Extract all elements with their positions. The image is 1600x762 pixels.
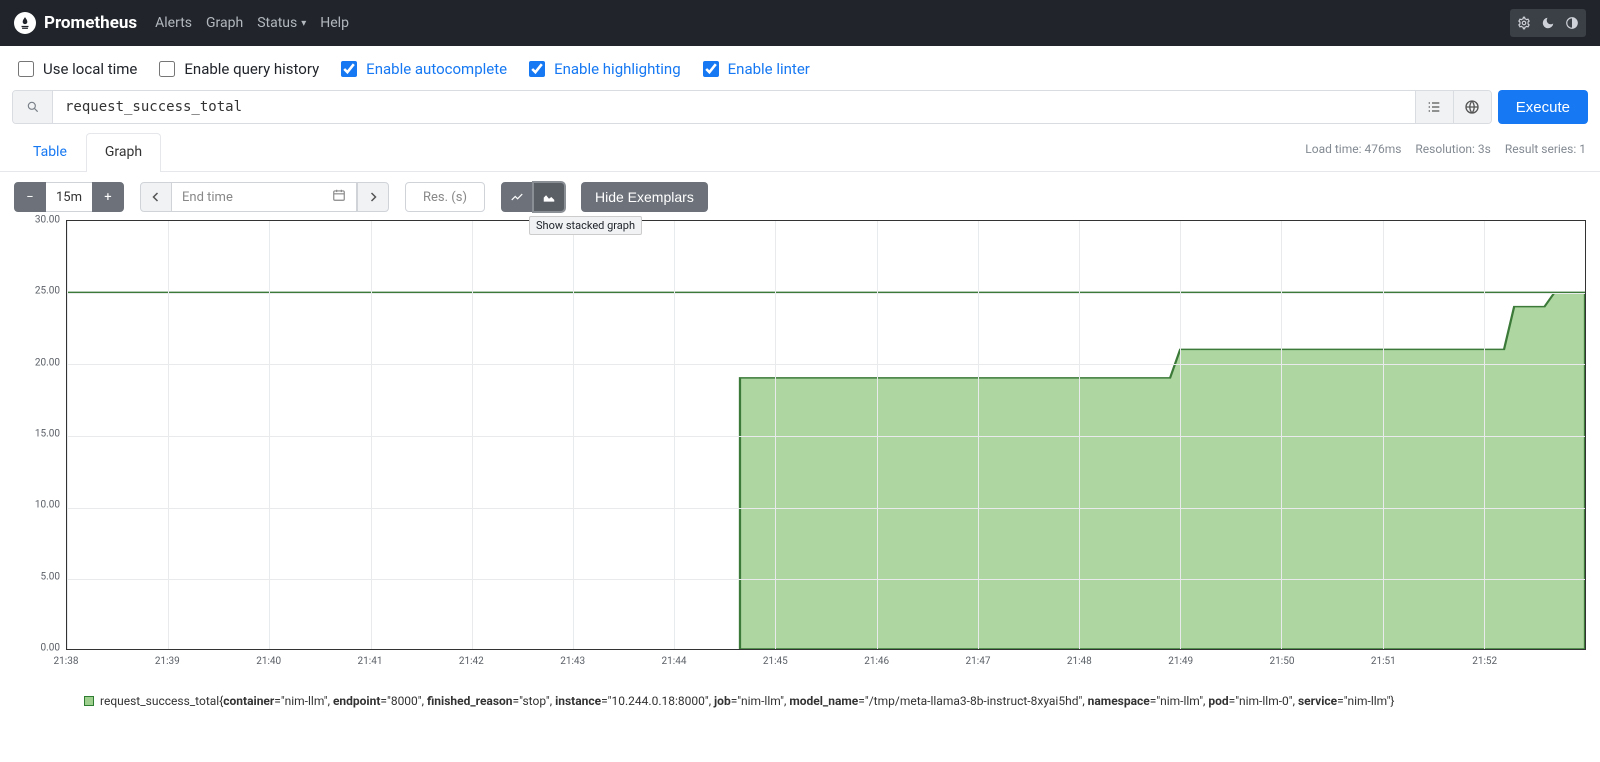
x-axis: 21:3821:3921:4021:4121:4221:4321:4421:45… — [66, 656, 1586, 676]
legend-text: request_success_total{container="nim-llm… — [100, 694, 1394, 708]
line-graph-button[interactable] — [501, 182, 533, 212]
graph-mode-group: Show stacked graph — [501, 182, 565, 212]
use-local-time-checkbox[interactable]: Use local time — [14, 58, 137, 80]
enable-highlighting-input[interactable] — [529, 61, 545, 77]
decrease-range-button[interactable]: − — [14, 182, 46, 212]
stat-resolution: Resolution: 3s — [1415, 142, 1490, 156]
format-query-button[interactable] — [1415, 91, 1453, 123]
stat-series: Result series: 1 — [1505, 142, 1586, 156]
contrast-icon[interactable] — [1560, 11, 1584, 35]
range-group: − 15m + — [14, 182, 124, 212]
enable-history-input[interactable] — [159, 61, 175, 77]
increase-range-button[interactable]: + — [92, 182, 124, 212]
enable-autocomplete-input[interactable] — [341, 61, 357, 77]
stacked-graph-button[interactable] — [533, 182, 565, 212]
search-icon — [13, 91, 53, 123]
execute-button[interactable]: Execute — [1498, 90, 1588, 124]
end-time-input[interactable]: End time — [172, 182, 357, 212]
nav-links: Alerts Graph Status ▾ Help — [155, 15, 349, 31]
nav-link-status[interactable]: Status ▾ — [257, 15, 306, 31]
resolution-input[interactable]: Res. (s) — [405, 182, 485, 212]
y-axis: 0.005.0010.0015.0020.0025.0030.00 — [14, 220, 66, 648]
query-stats: Load time: 476ms Resolution: 3s Result s… — [1305, 142, 1586, 162]
time-back-button[interactable] — [140, 182, 172, 212]
nav-link-graph[interactable]: Graph — [206, 15, 243, 31]
tab-table[interactable]: Table — [14, 133, 86, 172]
dark-mode-icon[interactable] — [1536, 11, 1560, 35]
expression-box — [12, 90, 1492, 124]
nav-link-alerts[interactable]: Alerts — [155, 15, 192, 31]
legend-swatch — [84, 696, 94, 706]
metrics-explorer-button[interactable] — [1453, 91, 1491, 123]
use-local-time-input[interactable] — [18, 61, 34, 77]
time-forward-button[interactable] — [357, 182, 389, 212]
tab-graph[interactable]: Graph — [86, 133, 161, 172]
query-options: Use local time Enable query history Enab… — [0, 46, 1600, 90]
enable-history-checkbox[interactable]: Enable query history — [155, 58, 319, 80]
nav-link-help[interactable]: Help — [320, 15, 349, 31]
prometheus-logo-icon — [14, 12, 36, 34]
hide-exemplars-button[interactable]: Hide Exemplars — [581, 182, 708, 212]
legend[interactable]: request_success_total{container="nim-llm… — [84, 694, 1586, 708]
graph-toolbar: − 15m + End time Res. (s) — [14, 182, 1586, 212]
enable-linter-checkbox[interactable]: Enable linter — [699, 58, 810, 80]
graph-panel: − 15m + End time Res. (s) — [0, 172, 1600, 728]
enable-autocomplete-checkbox[interactable]: Enable autocomplete — [337, 58, 507, 80]
plot-area[interactable] — [66, 220, 1586, 650]
settings-icon[interactable] — [1512, 11, 1536, 35]
time-nav-group: End time — [140, 182, 389, 212]
query-row: Execute — [0, 90, 1600, 124]
tabs-row: Table Graph Load time: 476ms Resolution:… — [0, 124, 1600, 172]
stat-load-time: Load time: 476ms — [1305, 142, 1401, 156]
range-input[interactable]: 15m — [46, 182, 92, 212]
expression-input[interactable] — [53, 91, 1415, 123]
enable-highlighting-checkbox[interactable]: Enable highlighting — [525, 58, 681, 80]
stacked-graph-tooltip: Show stacked graph — [529, 216, 642, 235]
enable-linter-input[interactable] — [703, 61, 719, 77]
calendar-icon — [332, 188, 346, 206]
area-series — [67, 221, 1585, 649]
navbar: Prometheus Alerts Graph Status ▾ Help — [0, 0, 1600, 46]
caret-down-icon: ▾ — [301, 18, 306, 29]
brand-text: Prometheus — [44, 13, 137, 33]
brand[interactable]: Prometheus — [14, 12, 137, 34]
chart: 0.005.0010.0015.0020.0025.0030.00 21:382… — [14, 220, 1586, 676]
